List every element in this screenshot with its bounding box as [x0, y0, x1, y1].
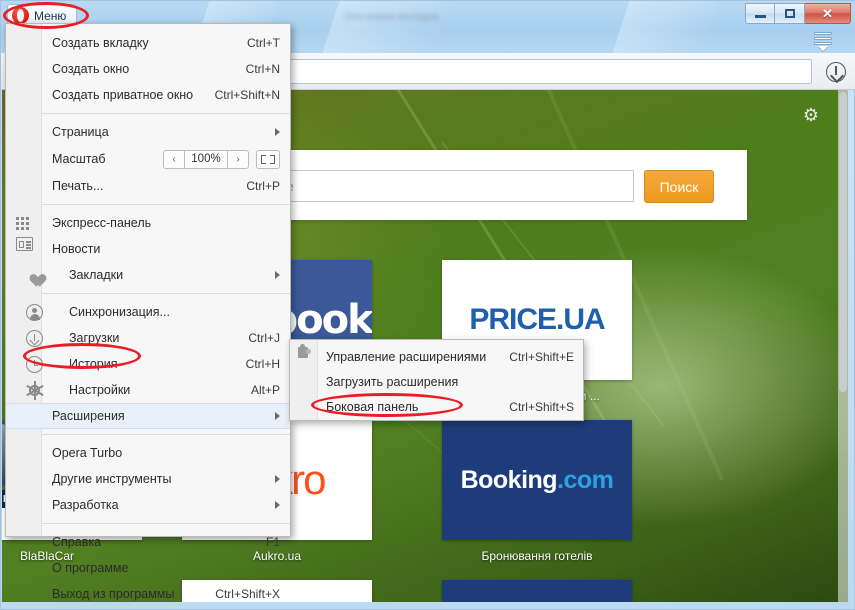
menu-item-about[interactable]: О программе — [42, 555, 290, 581]
menu-item-sync[interactable]: Синхронизация... — [42, 299, 290, 325]
menu-item-new-window[interactable]: Создать окно Ctrl+N — [42, 56, 290, 82]
zoom-level-value: 100% — [185, 150, 227, 169]
zoom-increase-button[interactable]: › — [227, 150, 249, 169]
search-button[interactable]: Поиск — [644, 170, 714, 203]
scrollbar-thumb[interactable] — [839, 92, 847, 392]
menu-item-new-tab[interactable]: Создать вкладку Ctrl+T — [42, 30, 290, 56]
browser-tab[interactable]: Это новая вкладка — [331, 5, 531, 31]
menu-item-news[interactable]: Новости — [42, 236, 290, 262]
submenu-item-manage-extensions[interactable]: Управление расширениями Ctrl+Shift+E — [318, 344, 583, 369]
tile-caption: Бронювання готелів — [442, 549, 632, 563]
chevron-right-icon — [275, 475, 280, 483]
zoom-control: ‹ 100% › — [163, 150, 280, 169]
menu-item-history[interactable]: История Ctrl+H — [42, 351, 290, 377]
news-icon — [16, 237, 33, 251]
chevron-right-icon — [275, 128, 280, 136]
browser-tab-title: Это новая вкладка — [343, 11, 439, 23]
minimize-button[interactable] — [745, 3, 775, 24]
menu-item-exit[interactable]: Выход из программы Ctrl+Shift+X — [42, 581, 290, 607]
maximize-button[interactable] — [775, 3, 805, 24]
gear-icon[interactable]: ⚙ — [802, 106, 820, 124]
menu-item-bookmarks[interactable]: Закладки — [42, 262, 290, 288]
menu-item-new-private-window[interactable]: Создать приватное окно Ctrl+Shift+N — [42, 82, 290, 108]
download-icon[interactable] — [826, 62, 846, 82]
bookmarks-stack-icon[interactable] — [812, 32, 834, 52]
menu-item-page[interactable]: Страница — [42, 119, 290, 145]
grid-icon — [16, 215, 33, 232]
menu-item-downloads[interactable]: Загрузки Ctrl+J — [42, 325, 290, 351]
menu-separator — [42, 204, 290, 205]
booking-logo: Booking.com — [461, 466, 614, 495]
browser-window: йти в интернете Поиск ⚙ facebook PRICE.U… — [0, 0, 855, 610]
menu-separator — [42, 113, 290, 114]
titlebar-sheen — [613, 1, 720, 53]
gear-icon — [26, 382, 43, 399]
extensions-submenu: Управление расширениями Ctrl+Shift+E Заг… — [289, 339, 584, 421]
submenu-item-load-extensions[interactable]: Загрузить расширения — [318, 369, 583, 394]
speed-dial-tile-row3-right[interactable] — [442, 580, 632, 602]
opera-logo-icon — [12, 7, 29, 24]
opera-main-menu: Создать вкладку Ctrl+T Создать окно Ctrl… — [5, 23, 291, 537]
menu-item-settings[interactable]: Настройки Alt+P — [42, 377, 290, 403]
menu-item-speed-dial[interactable]: Экспресс-панель — [42, 210, 290, 236]
menu-item-extensions[interactable]: Расширения — [6, 403, 290, 429]
zoom-decrease-button[interactable]: ‹ — [163, 150, 185, 169]
opera-menu-label: Меню — [34, 9, 66, 23]
heart-icon — [26, 267, 43, 284]
menu-separator — [42, 434, 290, 435]
price-ua-logo: PRICE.UA — [469, 303, 604, 337]
menu-separator — [42, 523, 290, 524]
close-button[interactable]: ✕ — [805, 3, 851, 24]
chevron-right-icon — [275, 412, 280, 420]
chevron-right-icon — [275, 271, 280, 279]
download-icon — [26, 330, 43, 347]
person-icon — [26, 304, 43, 321]
tile-thumbnail: Booking.com — [442, 420, 632, 540]
tile-thumbnail — [442, 580, 632, 602]
speed-dial-tile-booking[interactable]: Booking.com Бронювання готелів — [442, 420, 632, 563]
fullscreen-icon[interactable] — [256, 150, 280, 169]
menu-item-other-tools[interactable]: Другие инструменты — [42, 466, 290, 492]
menu-separator — [42, 293, 290, 294]
menu-item-opera-turbo[interactable]: Opera Turbo — [42, 440, 290, 466]
window-controls: ✕ — [745, 3, 851, 24]
chevron-right-icon — [275, 501, 280, 509]
page-scrollbar[interactable] — [838, 90, 848, 602]
menu-item-print[interactable]: Печать... Ctrl+P — [42, 173, 290, 199]
menu-item-development[interactable]: Разработка — [42, 492, 290, 518]
submenu-item-sidebar[interactable]: Боковая панель Ctrl+Shift+S — [318, 394, 583, 419]
clock-icon — [26, 356, 43, 373]
menu-item-help[interactable]: Справка F1 — [42, 529, 290, 555]
menu-item-zoom[interactable]: Масштаб ‹ 100% › — [42, 145, 290, 173]
puzzle-icon — [297, 345, 312, 360]
